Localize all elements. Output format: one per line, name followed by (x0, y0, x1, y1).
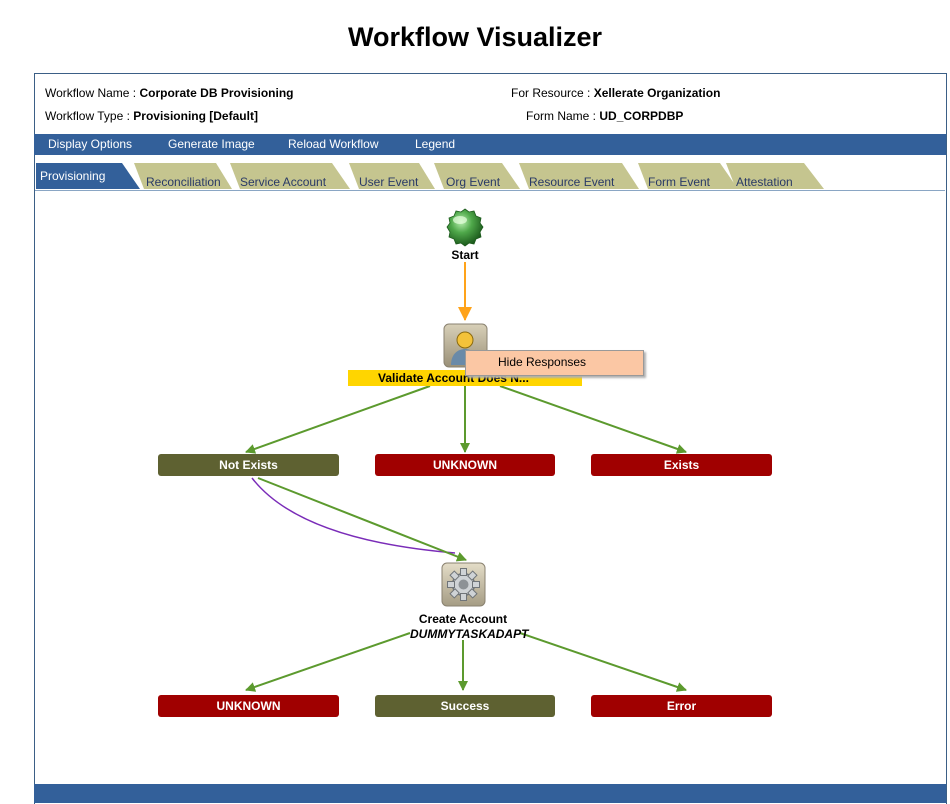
response-unknown-1[interactable]: UNKNOWN (375, 454, 555, 476)
context-menu: Hide Responses (465, 350, 644, 376)
context-menu-hide-responses[interactable]: Hide Responses (498, 355, 586, 369)
task2-to-unknown-arrow (245, 632, 411, 692)
response-not-exists[interactable]: Not Exists (158, 454, 339, 476)
start-node[interactable] (444, 207, 486, 254)
task1-to-exists-arrow (499, 385, 687, 454)
create-account-adapter: DUMMYTASKADAPT (410, 627, 529, 641)
task1-to-not-exists-arrow (245, 385, 431, 454)
gear-icon (441, 562, 486, 607)
footer-bar (34, 784, 946, 803)
start-label: Start (451, 248, 479, 262)
response-error[interactable]: Error (591, 695, 772, 717)
response-unknown-2[interactable]: UNKNOWN (158, 695, 339, 717)
create-account-node[interactable] (441, 562, 486, 612)
task2-to-error-arrow (519, 632, 687, 692)
workflow-connectors (245, 262, 687, 692)
not-exists-to-task2-arrow (257, 477, 467, 562)
response-exists[interactable]: Exists (591, 454, 772, 476)
create-account-label: Create Account (418, 612, 508, 626)
response-success[interactable]: Success (375, 695, 555, 717)
start-icon (446, 208, 484, 247)
